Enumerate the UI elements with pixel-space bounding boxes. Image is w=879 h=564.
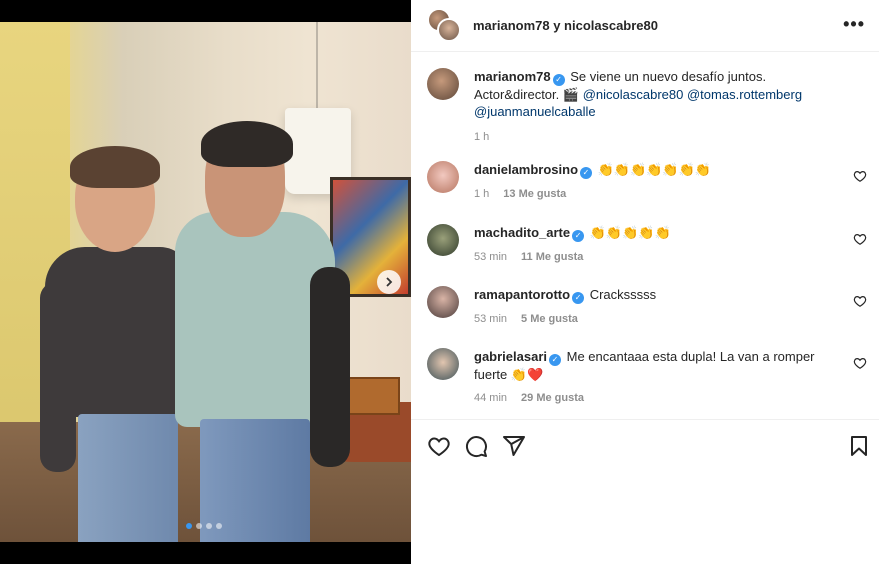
comment-likes[interactable]: 11 Me gusta <box>521 251 583 263</box>
photo-lamp-cord <box>316 22 318 108</box>
verified-badge-icon: ✓ <box>549 354 561 366</box>
carousel-next-button[interactable] <box>377 270 401 294</box>
comment-username[interactable]: danielambrosino <box>474 162 578 177</box>
post-panel: marianom78 y nicolascabre80 ••• marianom… <box>411 0 879 564</box>
collab-avatars[interactable] <box>427 7 463 44</box>
comment-likes[interactable]: 13 Me gusta <box>503 188 566 200</box>
carousel-dot <box>216 523 222 529</box>
avatar[interactable] <box>427 224 459 256</box>
caption-text: Se viene un nuevo desafío juntos. <box>570 69 767 84</box>
clapperboard-icon: 🎬 <box>562 87 580 102</box>
comment-time[interactable]: 53 min <box>474 251 507 263</box>
comment-text: Cracksssss <box>589 287 657 302</box>
verified-badge-icon: ✓ <box>572 292 585 304</box>
heart-icon[interactable] <box>853 356 867 370</box>
chevron-right-icon <box>386 277 393 287</box>
photo-person-right <box>175 121 365 542</box>
comments-list: marianom78 ✓ Se viene un nuevo desafío ju… <box>411 53 879 419</box>
post-actions-bar <box>411 419 879 467</box>
verified-badge-icon: ✓ <box>572 230 585 242</box>
comment-likes[interactable]: 29 Me gusta <box>521 392 584 404</box>
verified-badge-icon: ✓ <box>580 167 593 179</box>
avatar[interactable] <box>427 286 459 318</box>
heart-icon[interactable] <box>853 294 867 308</box>
more-horizontal-icon[interactable]: ••• <box>843 14 865 35</box>
post-header: marianom78 y nicolascabre80 ••• <box>411 0 879 52</box>
carousel-dot <box>206 523 212 529</box>
post-header-title[interactable]: marianom78 y nicolascabre80 <box>473 18 658 33</box>
carousel-dot <box>196 523 202 529</box>
caption-username[interactable]: marianom78 <box>474 69 551 84</box>
comment-time[interactable]: 44 min <box>474 392 507 404</box>
avatar[interactable] <box>427 161 459 193</box>
comment-likes[interactable]: 5 Me gusta <box>521 313 578 325</box>
mention-link[interactable]: @nicolascabre80 <box>583 87 684 102</box>
share-icon[interactable] <box>502 434 526 458</box>
avatar[interactable] <box>427 68 459 100</box>
comment-icon[interactable] <box>464 434 488 458</box>
comment-username[interactable]: machadito_arte <box>474 225 570 240</box>
comment-time[interactable]: 53 min <box>474 313 507 325</box>
verified-badge-icon: ✓ <box>552 74 565 86</box>
mention-link[interactable]: @juanmanuelcaballe <box>474 104 596 119</box>
mention-link[interactable]: @tomas.rottemberg <box>687 87 802 102</box>
caption-text: Actor&director. <box>474 87 560 102</box>
comment-text: 👏👏👏👏👏👏👏 <box>597 162 711 177</box>
photo-person-left <box>40 146 190 542</box>
comment-text: 👏👏👏👏👏 <box>589 225 671 240</box>
comment-time[interactable]: 1 h <box>474 188 489 200</box>
post-photo[interactable] <box>0 22 411 542</box>
post-media <box>0 0 411 564</box>
heart-icon[interactable] <box>427 434 451 458</box>
heart-icon[interactable] <box>853 169 867 183</box>
avatar[interactable] <box>437 17 461 42</box>
carousel-dots <box>186 523 222 529</box>
avatar[interactable] <box>427 348 459 380</box>
comment-username[interactable]: ramapantorotto <box>474 287 570 302</box>
carousel-dot <box>186 523 192 529</box>
comment-username[interactable]: gabrielasari <box>474 349 547 364</box>
caption-time[interactable]: 1 h <box>474 131 489 143</box>
bookmark-icon[interactable] <box>847 434 871 458</box>
heart-icon[interactable] <box>853 232 867 246</box>
